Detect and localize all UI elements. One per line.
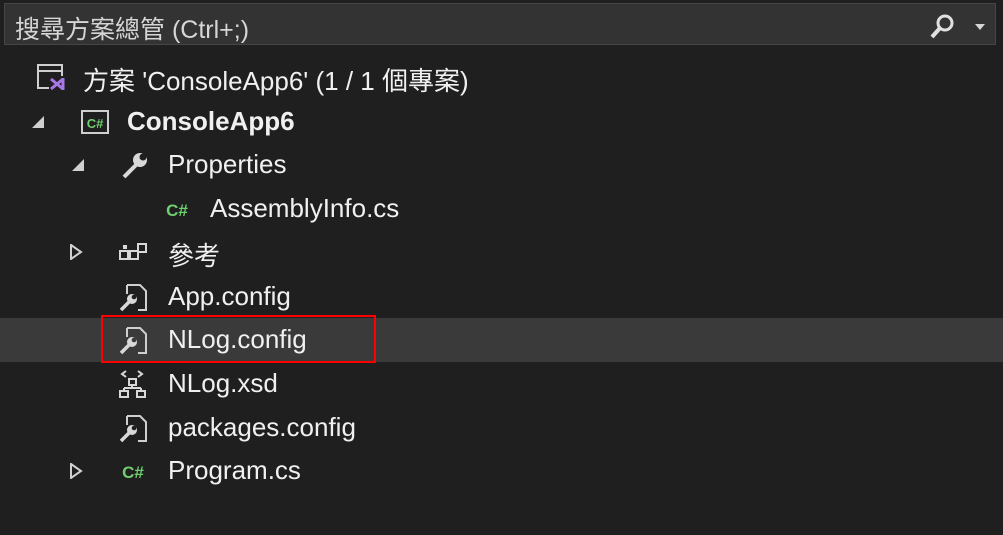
- packages-config-label: packages.config: [168, 412, 356, 442]
- properties-label: Properties: [168, 149, 287, 179]
- tree-item-project[interactable]: C# ConsoleApp6: [0, 100, 1003, 144]
- tree-item-program[interactable]: C# Program.cs: [0, 449, 1003, 493]
- assemblyinfo-label: AssemblyInfo.cs: [210, 193, 400, 223]
- tree-item-properties[interactable]: Properties: [0, 143, 1003, 187]
- references-icon: [119, 243, 147, 260]
- tree-item-nlog-xsd[interactable]: NLog.xsd: [0, 362, 1003, 406]
- csharp-file-icon: C#: [122, 463, 144, 482]
- search-placeholder: 搜尋方案總管 (Ctrl+;): [15, 16, 250, 44]
- svg-text:C#: C#: [166, 201, 188, 220]
- collapsed-arrow-icon[interactable]: [68, 463, 84, 479]
- app-config-label: App.config: [168, 281, 291, 311]
- tree-item-packages-config[interactable]: packages.config: [0, 406, 1003, 450]
- tree-item-solution[interactable]: 方案 'ConsoleApp6' (1 / 1 個專案): [0, 55, 1003, 99]
- svg-text:C#: C#: [87, 116, 104, 131]
- config-file-icon: [119, 415, 147, 443]
- expanded-arrow-icon[interactable]: [70, 157, 86, 173]
- highlight-box: [101, 315, 376, 363]
- tree-item-assemblyinfo[interactable]: C# AssemblyInfo.cs: [0, 187, 1003, 231]
- csharp-file-icon: C#: [166, 201, 188, 220]
- solution-label: 方案 'ConsoleApp6' (1 / 1 個專案): [83, 66, 469, 96]
- nlog-xsd-label: NLog.xsd: [168, 368, 278, 398]
- tree-item-app-config[interactable]: App.config: [0, 275, 1003, 319]
- collapsed-arrow-icon[interactable]: [68, 244, 84, 260]
- tree-item-references[interactable]: 參考: [0, 230, 1003, 274]
- project-label: ConsoleApp6: [127, 106, 295, 136]
- xsd-schema-icon: [119, 370, 146, 398]
- solution-icon: [37, 64, 65, 91]
- wrench-icon: [122, 153, 147, 179]
- references-label: 參考: [168, 241, 221, 271]
- search-solution-explorer-input[interactable]: 搜尋方案總管 (Ctrl+;): [4, 3, 996, 45]
- expanded-arrow-icon[interactable]: [30, 114, 46, 130]
- search-icon[interactable]: [929, 12, 957, 40]
- svg-text:C#: C#: [122, 463, 144, 482]
- program-label: Program.cs: [168, 455, 301, 485]
- csharp-project-icon: C#: [81, 110, 109, 134]
- search-options-dropdown-icon[interactable]: [975, 24, 985, 30]
- config-file-icon: [119, 284, 147, 312]
